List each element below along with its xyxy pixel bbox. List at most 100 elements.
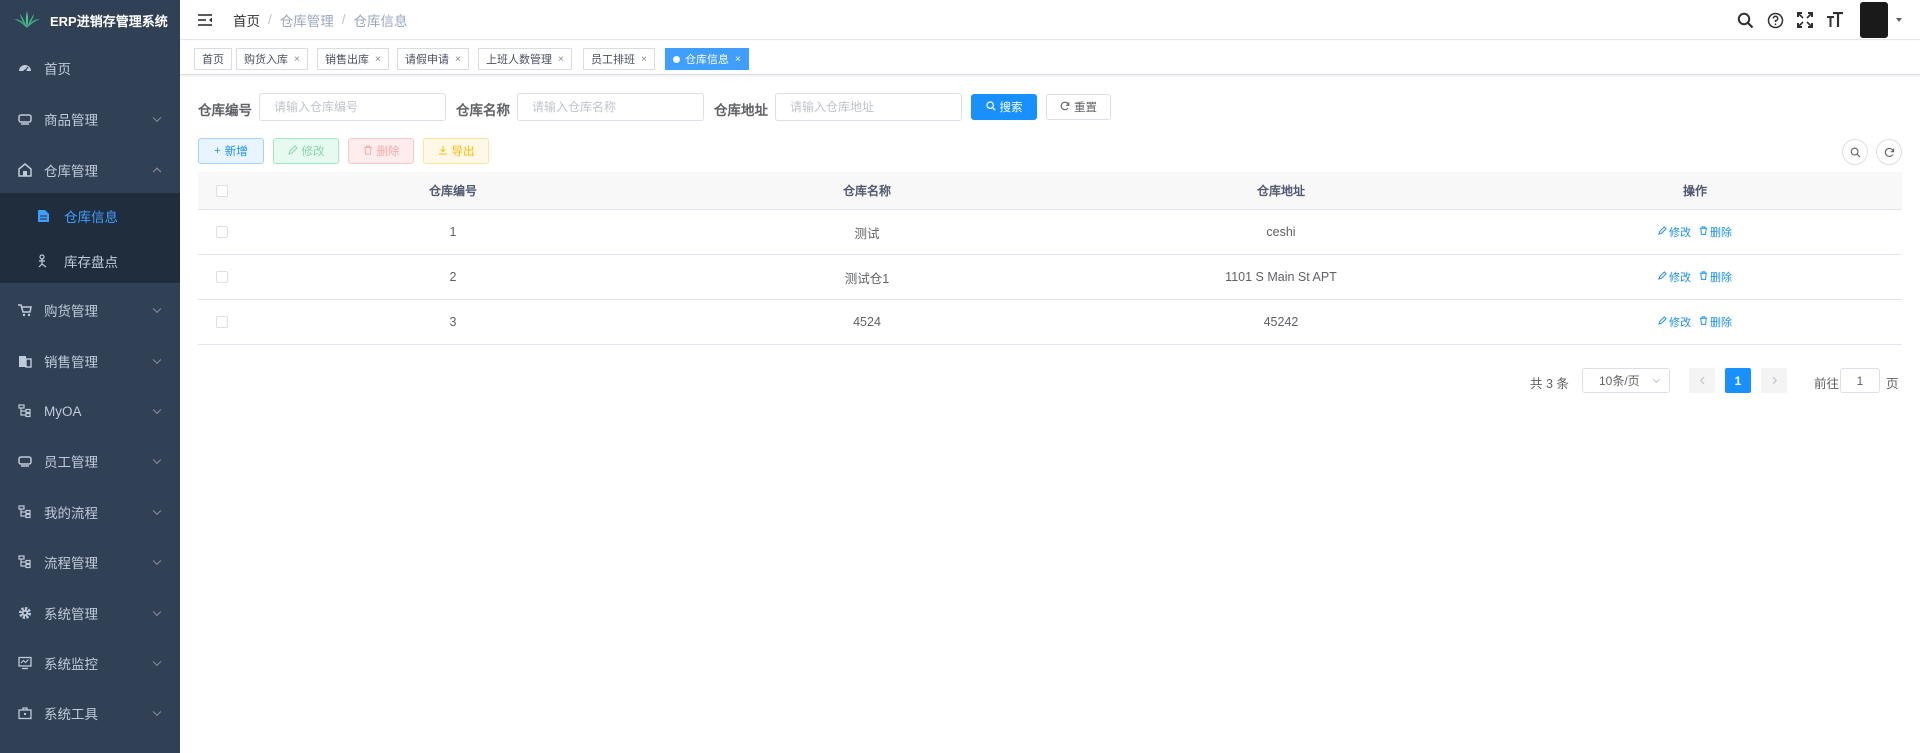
active-dot-icon xyxy=(673,55,680,63)
toggle-search-button[interactable] xyxy=(1842,139,1868,165)
row-edit-button[interactable]: 修改 xyxy=(1658,269,1691,285)
sidebar-item-myoa[interactable]: MyOA xyxy=(0,386,180,436)
sidebar-item-employee[interactable]: 员工管理 xyxy=(0,436,180,486)
gear-icon xyxy=(18,606,32,620)
dashboard-icon xyxy=(18,61,32,75)
reset-button[interactable]: 重置 xyxy=(1046,94,1111,120)
sidebar-item-tools[interactable]: 系统工具 xyxy=(0,688,180,738)
sidebar-item-process-management[interactable]: 流程管理 xyxy=(0,537,180,587)
sidebar-item-label: 商品管理 xyxy=(44,113,98,128)
sidebar-item-purchase[interactable]: 购货管理 xyxy=(0,285,180,335)
close-icon[interactable]: × xyxy=(735,54,741,65)
table-row[interactable]: 3 4524 45242 修改 删除 xyxy=(198,300,1902,345)
sidebar-item-monitor[interactable]: 系统监控 xyxy=(0,638,180,688)
edit-icon xyxy=(287,144,298,158)
row-checkbox[interactable] xyxy=(216,226,228,238)
sidebar-item-warehouse-info[interactable]: 仓库信息 xyxy=(0,193,180,238)
row-select-cell xyxy=(198,210,246,254)
warehouse-icon xyxy=(18,163,32,177)
cell-actions: 修改 删除 xyxy=(1488,300,1902,344)
add-button[interactable]: + 新增 xyxy=(198,138,264,164)
sidebar-item-label: 库存盘点 xyxy=(64,254,118,270)
sidebar-item-my-process[interactable]: 我的流程 xyxy=(0,487,180,537)
tag-purchase-in[interactable]: 购货入库 × xyxy=(236,48,308,70)
warehouse-address-input[interactable] xyxy=(775,93,962,121)
refresh-table-button[interactable] xyxy=(1876,139,1902,165)
font-size-icon[interactable] xyxy=(1820,5,1850,35)
close-icon[interactable]: × xyxy=(455,54,461,65)
sidebar-item-inventory-check[interactable]: 库存盘点 xyxy=(0,238,180,283)
tag-shift[interactable]: 员工排班 × xyxy=(583,48,655,70)
refresh-icon xyxy=(1884,147,1895,158)
sidebar-item-home[interactable]: 首页 xyxy=(0,43,180,93)
next-page-button[interactable] xyxy=(1761,368,1787,393)
add-button-label: 新增 xyxy=(224,146,248,158)
chevron-down-icon xyxy=(152,113,162,123)
warehouse-address-label: 仓库地址 xyxy=(714,103,768,118)
close-icon[interactable]: × xyxy=(558,54,564,65)
row-checkbox[interactable] xyxy=(216,316,228,328)
export-button[interactable]: 导出 xyxy=(423,138,489,164)
sidebar-item-sales[interactable]: 销售管理 xyxy=(0,336,180,386)
chevron-down-icon xyxy=(152,556,162,566)
warehouse-name-label: 仓库名称 xyxy=(456,103,510,118)
sidebar-item-label: 流程管理 xyxy=(44,556,98,571)
warehouse-code-input[interactable] xyxy=(259,93,446,121)
document-icon xyxy=(36,209,50,223)
tag-home[interactable]: 首页 xyxy=(194,48,232,70)
row-edit-button[interactable]: 修改 xyxy=(1658,314,1691,330)
trash-icon xyxy=(363,145,373,158)
column-header-name[interactable]: 仓库名称 xyxy=(660,172,1074,209)
breadcrumb-item-warehouse: 仓库管理 xyxy=(279,13,334,29)
delete-button[interactable]: 删除 xyxy=(348,138,414,164)
cell-warehouse-code: 2 xyxy=(449,270,457,284)
goods-icon xyxy=(18,112,32,126)
tag-leave-request[interactable]: 请假申请 × xyxy=(397,48,469,70)
avatar-dropdown[interactable] xyxy=(1860,2,1902,38)
close-icon[interactable]: × xyxy=(375,54,381,65)
chevron-down-icon xyxy=(1652,375,1661,384)
column-header-address[interactable]: 仓库地址 xyxy=(1074,172,1488,209)
warehouse-name-input[interactable] xyxy=(517,93,704,121)
row-delete-button[interactable]: 删除 xyxy=(1699,314,1732,330)
fullscreen-icon[interactable] xyxy=(1790,5,1820,35)
row-checkbox[interactable] xyxy=(216,271,228,283)
chevron-down-icon xyxy=(152,405,162,415)
person-icon xyxy=(36,253,50,268)
row-edit-button[interactable]: 修改 xyxy=(1658,224,1691,240)
row-delete-button[interactable]: 删除 xyxy=(1699,269,1732,285)
search-button[interactable]: 搜索 xyxy=(971,94,1037,120)
column-header-code[interactable]: 仓库编号 xyxy=(246,172,660,209)
table-row[interactable]: 1 测试 ceshi 修改 删除 xyxy=(198,210,1902,255)
cell-warehouse-name: 测试 xyxy=(854,226,880,241)
tree-icon xyxy=(18,505,32,519)
search-icon[interactable] xyxy=(1730,5,1760,35)
sidebar-item-system[interactable]: 系统管理 xyxy=(0,588,180,638)
avatar[interactable] xyxy=(1860,2,1888,38)
page-button[interactable]: 1 xyxy=(1725,368,1751,393)
tag-sales-out[interactable]: 销售出库 × xyxy=(317,48,389,70)
tag-warehouse-info[interactable]: 仓库信息 × xyxy=(665,48,749,70)
close-icon[interactable]: × xyxy=(641,54,647,65)
sidebar-item-label: 仓库管理 xyxy=(44,164,98,179)
tag-attendance[interactable]: 上班人数管理 × xyxy=(478,48,572,70)
sidebar-item-warehouse[interactable]: 仓库管理 xyxy=(0,145,180,195)
sidebar-item-label: 购货管理 xyxy=(44,304,98,319)
table-row[interactable]: 2 测试仓1 1101 S Main St APT 修改 删除 xyxy=(198,255,1902,300)
chevron-down-icon xyxy=(152,355,162,365)
help-icon[interactable] xyxy=(1760,5,1790,35)
download-icon xyxy=(438,145,448,158)
edit-button[interactable]: 修改 xyxy=(273,138,339,164)
page-size-select[interactable]: 10条/页 xyxy=(1582,368,1670,393)
goto-page-input[interactable] xyxy=(1840,368,1880,393)
row-delete-button[interactable]: 删除 xyxy=(1699,224,1732,240)
select-all-checkbox[interactable] xyxy=(216,184,228,197)
logo[interactable]: ERP进销存管理系统 xyxy=(0,0,180,40)
prev-page-button[interactable] xyxy=(1689,368,1715,393)
sidebar-item-goods[interactable]: 商品管理 xyxy=(0,94,180,144)
close-icon[interactable]: × xyxy=(294,54,300,65)
hamburger-icon[interactable] xyxy=(195,10,215,30)
breadcrumb-item-home[interactable]: 首页 xyxy=(233,10,260,30)
trash-icon xyxy=(1699,316,1708,328)
breadcrumb: 首页 / 仓库管理 / 仓库信息 xyxy=(233,10,408,30)
